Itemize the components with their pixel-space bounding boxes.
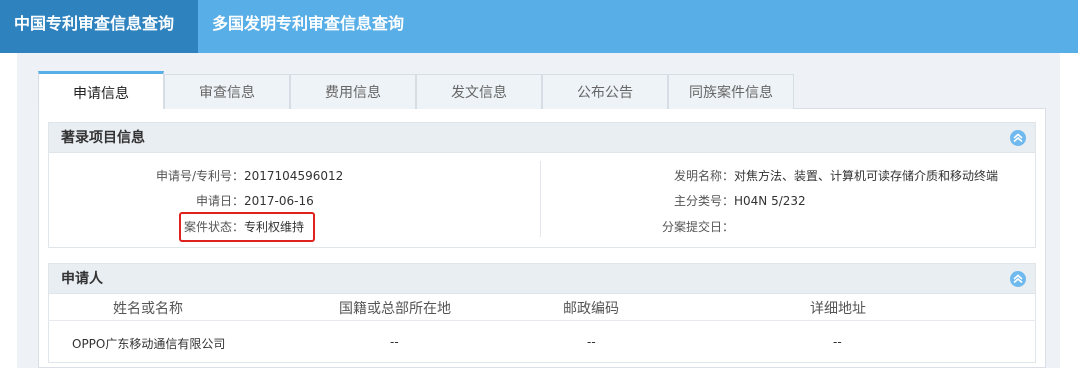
column-header-name: 姓名或名称 xyxy=(113,301,183,317)
field-label: 分案提交日： xyxy=(661,220,734,234)
field-value: 2017104596012 xyxy=(244,169,344,183)
section-header: 著录项目信息 xyxy=(49,123,1035,153)
section-title: 著录项目信息 xyxy=(61,130,145,146)
cell-applicant-name: OPPO广东移动通信有限公司 xyxy=(72,337,226,351)
column-header-address: 详细地址 xyxy=(810,301,866,317)
field-value: 2017-06-16 xyxy=(244,194,314,208)
field-application-number: 申请号/专利号：2017104596012 xyxy=(140,167,344,184)
chevron-up-circle-icon[interactable] xyxy=(1010,130,1026,146)
tab-fee-info[interactable]: 费用信息 xyxy=(290,74,416,109)
cell-nationality: -- xyxy=(390,335,399,349)
field-value: H04N 5/232 xyxy=(734,194,806,208)
topnav-multinational-patent-query[interactable]: 多国发明专利审查信息查询 xyxy=(198,0,418,53)
section-title: 申请人 xyxy=(61,271,103,287)
cell-postcode: -- xyxy=(587,335,596,349)
tab-family-cases[interactable]: 同族案件信息 xyxy=(668,74,794,109)
field-value: 对焦方法、装置、计算机可读存储介质和移动终端 xyxy=(734,169,999,183)
field-main-classification: 主分类号：H04N 5/232 xyxy=(640,192,1020,209)
tab-examination-info[interactable]: 审查信息 xyxy=(164,74,290,109)
chevron-up-circle-icon[interactable] xyxy=(1010,271,1026,287)
field-invention-title: 发明名称：对焦方法、装置、计算机可读存储介质和移动终端 xyxy=(640,167,1020,184)
tab-dispatch-info[interactable]: 发文信息 xyxy=(416,74,542,109)
tab-publication-announcement[interactable]: 公布公告 xyxy=(542,74,668,109)
field-application-date: 申请日：2017-06-16 xyxy=(140,192,340,209)
field-label: 申请号/专利号： xyxy=(155,169,244,183)
section-header: 申请人 xyxy=(49,264,1035,294)
column-divider xyxy=(540,161,541,237)
field-label: 发明名称： xyxy=(673,169,734,183)
row-divider xyxy=(48,320,1036,321)
cell-address: -- xyxy=(833,335,842,349)
topnav-china-patent-query[interactable]: 中国专利审查信息查询 xyxy=(0,0,198,53)
field-divisional-filing-date: 分案提交日： xyxy=(640,218,1020,235)
tab-application-info[interactable]: 申请信息 xyxy=(38,71,164,109)
column-header-postcode: 邮政编码 xyxy=(563,301,619,317)
top-nav-bar: 中国专利审查信息查询 多国发明专利审查信息查询 xyxy=(0,0,1078,53)
field-label: 申请日： xyxy=(195,194,244,208)
column-header-nationality: 国籍或总部所在地 xyxy=(339,301,451,317)
field-label: 主分类号： xyxy=(673,194,734,208)
highlight-box xyxy=(179,212,315,242)
